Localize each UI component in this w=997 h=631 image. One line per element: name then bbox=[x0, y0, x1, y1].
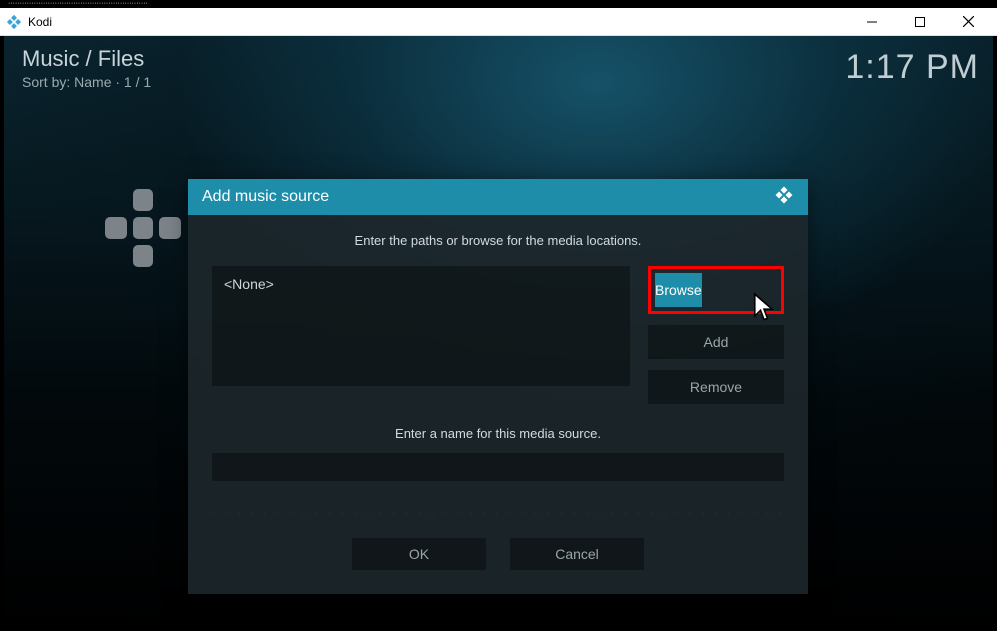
add-source-plus-icon[interactable] bbox=[101, 183, 185, 301]
dialog-header: Add music source bbox=[188, 179, 808, 215]
browse-highlight-box: Browse bbox=[648, 266, 784, 314]
add-button[interactable]: Add bbox=[648, 325, 784, 359]
cursor-icon bbox=[751, 293, 777, 323]
browse-button[interactable]: Browse bbox=[655, 273, 702, 307]
breadcrumb: Music / Files Sort by: Name · 1 / 1 bbox=[22, 46, 151, 90]
clock: 1:17 PM bbox=[845, 48, 979, 87]
paths-instruction: Enter the paths or browse for the media … bbox=[212, 233, 784, 248]
kodi-logo-icon bbox=[6, 14, 22, 30]
ok-button[interactable]: OK bbox=[352, 538, 486, 570]
source-name-input[interactable] bbox=[212, 453, 784, 481]
minimize-button[interactable] bbox=[857, 12, 887, 32]
divider: - - - - - - - - - - - - - - - - - - - - … bbox=[212, 509, 784, 518]
kodi-logo-icon bbox=[774, 185, 794, 210]
add-music-source-dialog: Add music source Enter the paths or brow… bbox=[188, 179, 808, 594]
breadcrumb-path: Music / Files bbox=[22, 46, 151, 72]
titlebar-artifact: ········································… bbox=[0, 0, 997, 8]
remove-button[interactable]: Remove bbox=[648, 370, 784, 404]
maximize-button[interactable] bbox=[905, 12, 935, 32]
sort-info: Sort by: Name · 1 / 1 bbox=[22, 74, 151, 90]
window-title: Kodi bbox=[28, 15, 857, 29]
dialog-title: Add music source bbox=[202, 188, 329, 206]
name-instruction: Enter a name for this media source. bbox=[212, 426, 784, 441]
window-titlebar: Kodi bbox=[0, 8, 997, 36]
close-button[interactable] bbox=[953, 12, 983, 32]
paths-list[interactable]: <None> bbox=[212, 266, 630, 386]
path-item[interactable]: <None> bbox=[224, 276, 618, 292]
cancel-button[interactable]: Cancel bbox=[510, 538, 644, 570]
kodi-app-area: Music / Files Sort by: Name · 1 / 1 1:17… bbox=[0, 36, 997, 631]
